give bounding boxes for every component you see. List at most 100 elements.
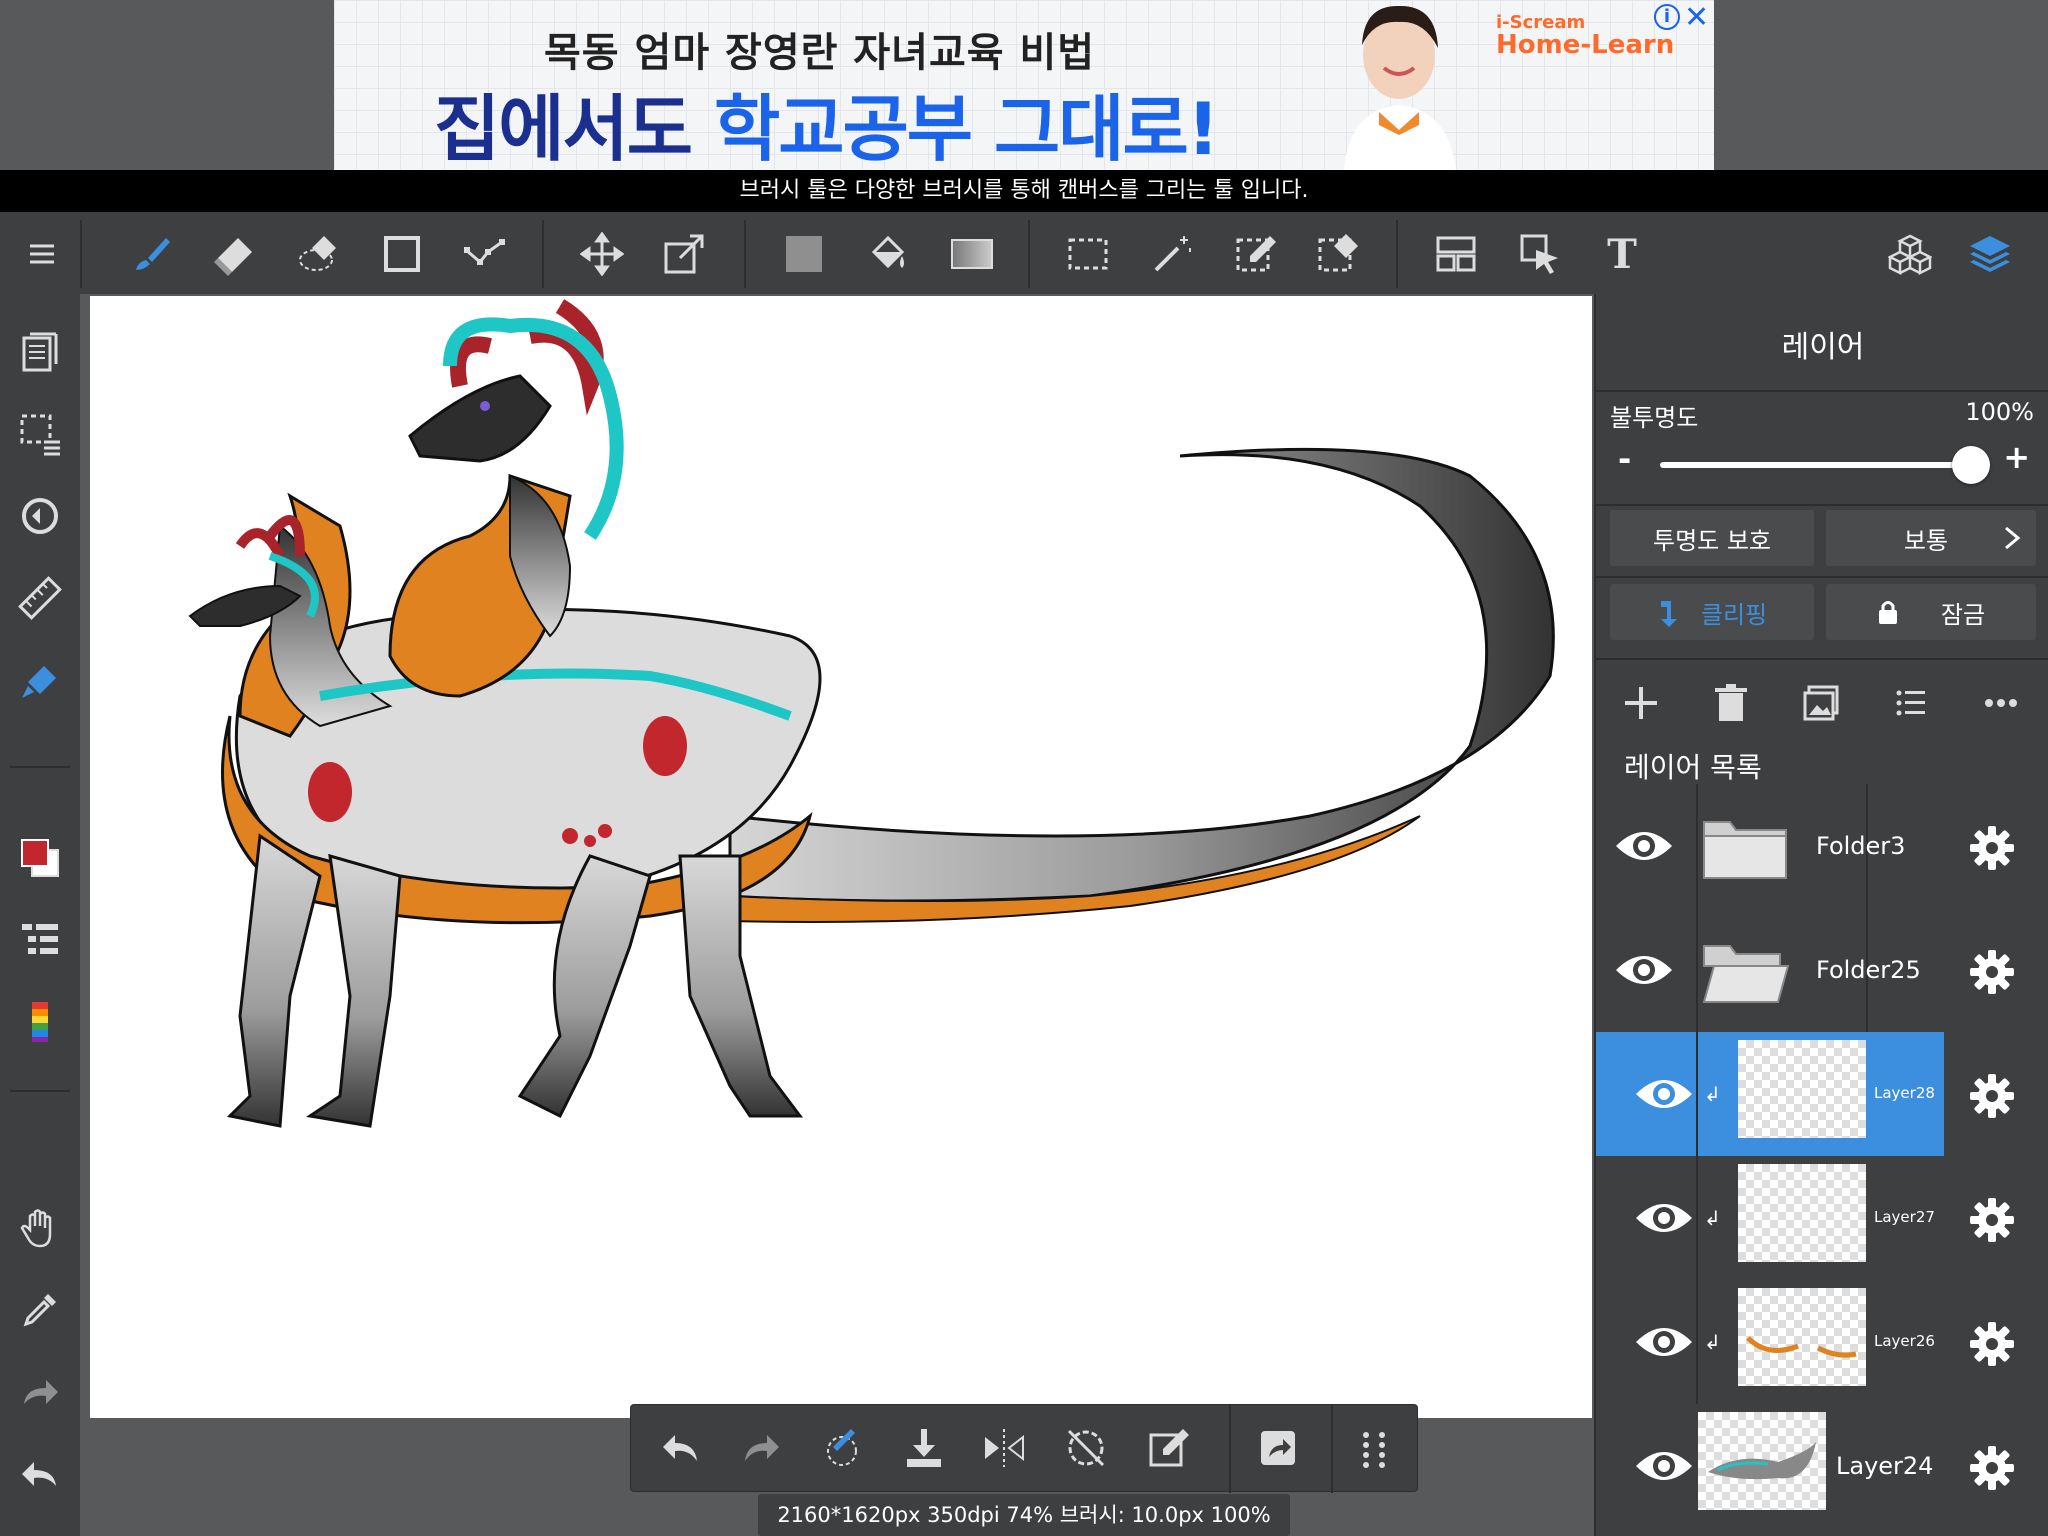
visibility-eye-icon[interactable]: [1634, 1194, 1694, 1242]
layer-row[interactable]: ↲ Layer27: [1596, 1156, 2048, 1280]
text-tool-icon[interactable]: T: [1598, 230, 1646, 278]
layer-settings-gear-icon[interactable]: [1968, 948, 2016, 996]
redo-icon[interactable]: [737, 1423, 787, 1473]
layer-name: Folder3: [1816, 832, 1906, 860]
edit-transform-icon[interactable]: [1145, 1423, 1195, 1473]
select-pen-icon[interactable]: [1232, 230, 1280, 278]
layer-row[interactable]: Layer24: [1596, 1404, 2048, 1528]
selection-menu-icon[interactable]: [16, 410, 64, 458]
transform-tool-icon[interactable]: [660, 230, 708, 278]
move-tool-icon[interactable]: [578, 230, 626, 278]
layer-name: Folder25: [1816, 956, 1921, 984]
text-tool-glyph: T: [1607, 230, 1637, 278]
opacity-decrease-button[interactable]: -: [1618, 440, 1631, 478]
lasso-eraser-icon[interactable]: [294, 230, 342, 278]
layer-thumbnail: [1738, 1288, 1866, 1386]
layer-thumbnail: [1738, 1164, 1866, 1262]
visibility-eye-icon[interactable]: [1614, 946, 1674, 994]
visibility-eye-icon[interactable]: [1634, 1442, 1694, 1490]
redo-icon[interactable]: [16, 1368, 64, 1416]
opacity-slider-track[interactable]: [1660, 462, 1980, 468]
ad-slogan: 집에서도 학교공부 그대로!: [434, 70, 1220, 170]
layer-name: Layer27: [1874, 1208, 1935, 1226]
pages-icon[interactable]: [16, 328, 64, 376]
visibility-eye-icon[interactable]: [1614, 822, 1674, 870]
clipping-indicator-icon: ↲: [1704, 1082, 1721, 1106]
blend-mode-label: 보통: [1903, 526, 1949, 555]
protect-alpha-button[interactable]: 투명도 보호: [1610, 510, 1814, 566]
layer-settings-gear-icon[interactable]: [1968, 1072, 2016, 1120]
eraser-tool-icon[interactable]: [210, 230, 258, 278]
blend-mode-button[interactable]: 보통: [1826, 510, 2036, 566]
layer-settings-gear-icon[interactable]: [1968, 1320, 2016, 1368]
layer-settings-gear-icon[interactable]: [1968, 1444, 2016, 1492]
shape-tool-icon[interactable]: [378, 230, 426, 278]
rotate-canvas-icon[interactable]: [16, 492, 64, 540]
ruler-icon[interactable]: [16, 574, 64, 622]
canvas-status-bar: 2160*1620px 350dpi 74% 브러시: 10.0px 100%: [758, 1494, 1290, 1536]
ad-brand-large: Home-Learn: [1496, 30, 1675, 60]
add-layer-icon[interactable]: [1616, 678, 1666, 728]
visibility-eye-icon[interactable]: [1634, 1070, 1694, 1118]
ad-slogan-part1: 집에서도: [434, 87, 715, 170]
color-palette-icon[interactable]: [16, 998, 64, 1046]
brush-tool-icon[interactable]: [128, 230, 176, 278]
drawing-canvas[interactable]: [90, 296, 1592, 1418]
hand-tool-icon[interactable]: [16, 1204, 64, 1252]
layer-settings-gear-icon[interactable]: [1968, 1196, 2016, 1244]
share-icon[interactable]: [1253, 1423, 1303, 1473]
more-options-icon[interactable]: [1976, 678, 2026, 728]
clipping-button[interactable]: 클리핑: [1610, 584, 1814, 640]
fill-color-icon[interactable]: [780, 230, 828, 278]
frame-divider-icon[interactable]: [1432, 230, 1480, 278]
protect-alpha-label: 투명도 보호: [1652, 526, 1772, 555]
layer-row[interactable]: Folder25: [1596, 908, 2048, 1032]
save-download-icon[interactable]: [899, 1423, 949, 1473]
layer-thumbnail: [1738, 1040, 1866, 1138]
flip-horizontal-icon[interactable]: [979, 1423, 1029, 1473]
chevron-right-icon: [2005, 526, 2021, 550]
brush-settings-icon[interactable]: [16, 656, 64, 704]
left-sidebar: [0, 294, 80, 1536]
lock-button[interactable]: 잠금: [1826, 584, 2036, 640]
undo-icon[interactable]: [655, 1423, 705, 1473]
import-image-icon[interactable]: [1796, 678, 1846, 728]
clipping-icon: [1660, 601, 1677, 627]
color-swatch[interactable]: [16, 834, 64, 882]
panel-title: 레이어: [1781, 330, 1865, 365]
select-eraser-icon[interactable]: [1314, 230, 1362, 278]
layer-list-icon[interactable]: [1886, 678, 1936, 728]
lock-label: 잠금: [1940, 600, 1986, 629]
layer-row[interactable]: Folder3: [1596, 784, 2048, 908]
ad-info-icon[interactable]: i: [1654, 4, 1680, 30]
menu-icon[interactable]: [18, 230, 66, 278]
brush-list-icon[interactable]: [16, 916, 64, 964]
opacity-slider-knob[interactable]: [1952, 446, 1990, 484]
magic-wand-icon[interactable]: [1148, 230, 1196, 278]
more-grid-icon[interactable]: [1349, 1423, 1399, 1473]
delete-layer-icon[interactable]: [1706, 678, 1756, 728]
brush-select-icon[interactable]: [817, 1423, 867, 1473]
opacity-label: 불투명도: [1610, 404, 1699, 432]
ad-banner[interactable]: 목동 엄마 장영란 자녀교육 비법 집에서도 학교공부 그대로! i-Screa…: [334, 0, 1714, 170]
visibility-eye-icon[interactable]: [1634, 1318, 1694, 1366]
material-cubes-icon[interactable]: [1886, 230, 1934, 278]
layer-settings-gear-icon[interactable]: [1968, 824, 2016, 872]
layers-icon[interactable]: [1966, 230, 2014, 278]
layer-row-selected[interactable]: ↲ Layer28: [1596, 1032, 1944, 1156]
bucket-tool-icon[interactable]: [864, 230, 912, 278]
eyedropper-icon[interactable]: [16, 1286, 64, 1334]
opacity-increase-button[interactable]: +: [2003, 438, 2030, 476]
select-tool-icon[interactable]: [1064, 230, 1112, 278]
reset-rotation-icon[interactable]: [1061, 1423, 1111, 1473]
polyline-tool-icon[interactable]: [460, 230, 508, 278]
ad-close-icon[interactable]: ✕: [1684, 0, 1709, 35]
clipping-label: 클리핑: [1700, 600, 1768, 629]
tool-hint-bar: 브러시 툴은 다양한 브러시를 통해 캔버스를 그리는 툴 입니다.: [0, 170, 2048, 212]
clipping-indicator-icon: ↲: [1704, 1206, 1721, 1230]
layer-row[interactable]: ↲ Layer26: [1596, 1280, 2048, 1404]
operation-tool-icon[interactable]: [1516, 230, 1564, 278]
gradient-tool-icon[interactable]: [948, 230, 996, 278]
folder-open-icon: [1702, 945, 1790, 1003]
undo-icon[interactable]: [16, 1450, 64, 1498]
